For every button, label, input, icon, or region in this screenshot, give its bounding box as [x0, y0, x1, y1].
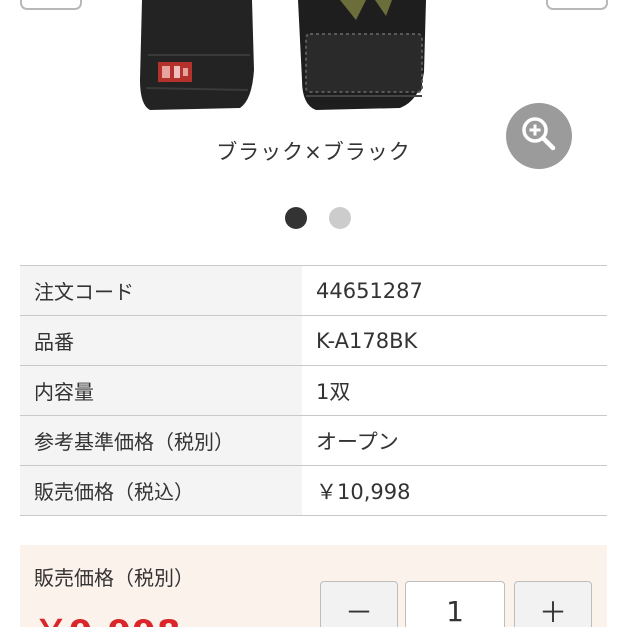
table-row: 販売価格（税込） ￥10,998: [20, 466, 607, 516]
spec-value: 1双: [302, 366, 607, 415]
carousel-dot-2[interactable]: [329, 207, 351, 229]
spec-table: 注文コード 44651287 品番 K-A178BK 内容量 1双 参考基準価格…: [20, 265, 607, 516]
spec-label: 販売価格（税込）: [20, 466, 302, 515]
price-label: 販売価格（税別）: [34, 566, 194, 590]
table-row: 内容量 1双: [20, 366, 607, 416]
prev-image-button[interactable]: [20, 0, 82, 10]
table-row: 参考基準価格（税別） オープン: [20, 416, 607, 466]
spec-value: K-A178BK: [302, 316, 607, 365]
carousel-dot-1[interactable]: [285, 207, 307, 229]
product-image: [130, 0, 430, 115]
purchase-panel: 販売価格（税別） ￥9,998 － 1 ＋: [20, 545, 607, 627]
spec-value: 44651287: [302, 266, 607, 315]
spec-value: ￥10,998: [302, 466, 607, 515]
increment-button[interactable]: ＋: [514, 581, 592, 627]
quantity-input[interactable]: 1: [405, 581, 505, 627]
spec-value: オープン: [302, 416, 607, 465]
color-caption: ブラック×ブラック: [216, 140, 411, 164]
spec-label: 注文コード: [20, 266, 302, 315]
next-image-button[interactable]: [546, 0, 608, 10]
spec-label: 品番: [20, 316, 302, 365]
price-value: ￥9,998: [34, 605, 182, 627]
decrement-button[interactable]: －: [320, 581, 398, 627]
spec-label: 参考基準価格（税別）: [20, 416, 302, 465]
table-row: 注文コード 44651287: [20, 266, 607, 316]
table-row: 品番 K-A178BK: [20, 316, 607, 366]
spec-label: 内容量: [20, 366, 302, 415]
